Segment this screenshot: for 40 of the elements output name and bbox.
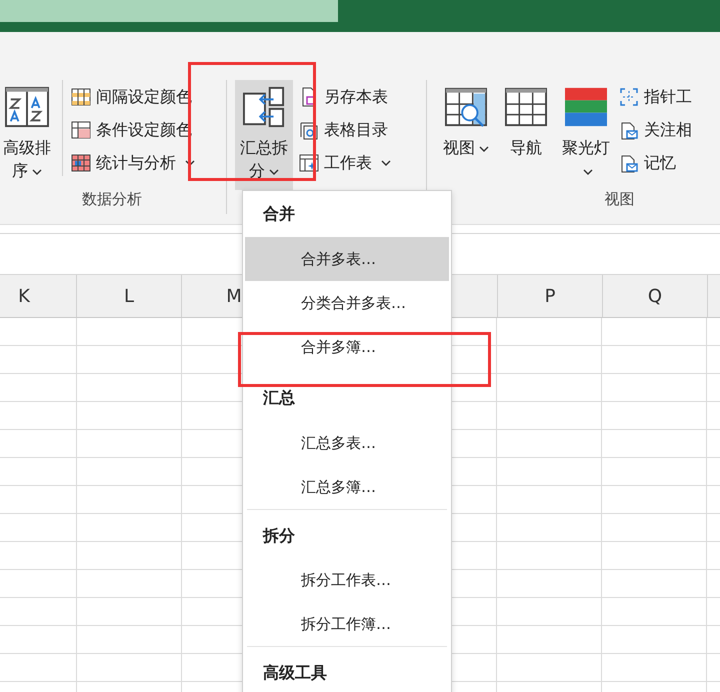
ribbon-button[interactable]: 汇总拆分 [235,80,293,190]
table-icon [71,120,91,140]
group-label: 数据分析 [82,190,142,208]
striped-table-icon [71,87,91,107]
document-icon [299,120,319,140]
menu-item[interactable]: 合并多簿… [245,325,449,369]
ribbon-button[interactable]: 导航 [499,80,553,190]
menu-item[interactable]: 汇总多簿… [245,465,449,509]
ribbon-button[interactable]: 聚光灯 [559,80,613,190]
merge-icon [241,86,287,128]
ribbon-button[interactable]: 高级排序 [0,80,56,190]
ribbon-button[interactable]: 表格目录 [299,117,391,143]
menu-section-title: 高级工具 [262,662,328,684]
ribbon-button[interactable]: 另存本表 [299,84,391,110]
ribbon-button[interactable]: 视图 [439,80,493,190]
mail-document-icon [619,120,639,140]
grid-search-icon [443,86,489,128]
menu-section-title: 汇总 [262,387,296,409]
menu-section-title: 合并 [262,203,296,225]
ribbon-button[interactable]: 关注相 [619,117,692,143]
sort-icon [4,86,50,128]
crosshair-icon [619,87,639,107]
color-bands-icon [563,86,609,128]
menu-section-title: 拆分 [262,525,296,547]
column-header[interactable]: P [498,275,603,317]
table-icon [71,153,91,173]
column-header[interactable]: L [77,275,182,317]
group-label: 视图 [604,190,634,208]
menu-item[interactable]: 拆分工作簿… [245,602,449,646]
ribbon-button[interactable]: 统计与分析 [71,150,195,176]
ribbon-button[interactable]: 指针工 [619,84,692,110]
column-header[interactable]: Q [603,275,708,317]
grid-icon [503,86,549,128]
menu-item[interactable]: 拆分工作表… [245,558,449,602]
mail-document-icon [619,153,639,173]
menu-item[interactable]: 合并多表… [245,237,449,281]
ribbon-button[interactable]: 工作表 [299,150,391,176]
column-header[interactable]: K [0,275,77,317]
ribbon-button[interactable]: 记忆 [619,150,692,176]
menu-item[interactable]: 汇总多表… [245,421,449,465]
